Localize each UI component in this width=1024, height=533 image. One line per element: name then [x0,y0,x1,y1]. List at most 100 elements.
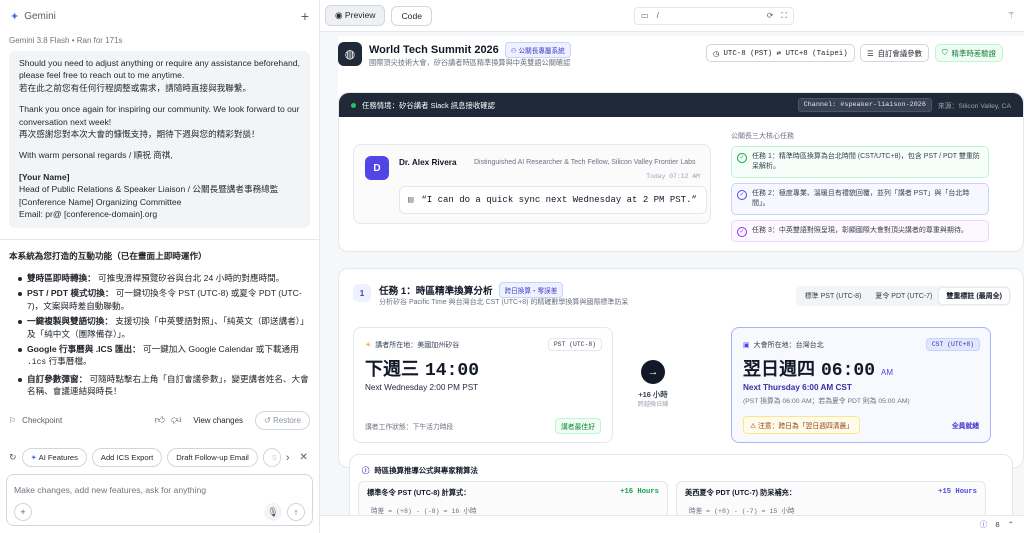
sender-name: Dr. Alex Rivera [399,158,457,167]
cross-day-warning: ⚠ 注意：跨日為「翌日週四清晨」 [743,416,861,434]
sliders-icon: ☰ [867,48,874,58]
view-changes-button[interactable]: View changes [187,412,249,429]
pst-formula-title: 標準冬令 PST (UTC-8) 計算式： [367,488,471,497]
suggestion-follow-up[interactable]: Draft Follow-up Email [167,448,258,467]
close-icon[interactable]: ✕ [300,452,308,463]
timezone-toggle-button[interactable]: ◷ UTC-8 (PST) ⇄ UTC+8 (Taipei) [706,44,855,62]
status-bar: ⓘ 8 ⌃ [320,515,1024,533]
task1-card: 1 任務 1：時區精準換算分析 跨日換算・零誤差 分析矽谷 Pacific Ti… [338,268,1024,468]
letter-line: Thank you once again for inspiring our c… [19,104,300,140]
seg-pst[interactable]: 標準 PST (UTC-8) [798,288,869,304]
thumbs-down-icon[interactable]: 👍︎ [171,414,181,426]
url-path: / [656,11,659,20]
taipei-status-row: ⚠ 注意：跨日為「翌日週四清晨」 全員就緒 [743,416,979,434]
taipei-zone-card: ▣ 大會所在地：台灣台北 CST (UTC+8) 翌日週四 06:00 AM Next… [731,327,991,443]
pst-formula-value: +16 Hours [620,488,659,496]
list-item: PST / PDT 模式切換： 可一鍵切換冬令 PST (UTC-8) 或夏令 … [18,287,310,312]
issue-count[interactable]: 8 [995,520,999,529]
magic-wand-icon[interactable]: ⚚ [1007,10,1015,21]
message-icon: ▤ [408,195,414,205]
chevron-right-icon[interactable]: › [286,452,290,464]
speaker-location: ☀ 講者所在地：美國加州矽谷 [365,342,460,349]
send-arrow-icon[interactable]: ↑ [287,503,305,521]
seg-pdt[interactable]: 夏令 PDT (UTC-7) [868,288,939,304]
tab-code[interactable]: Code [391,5,433,26]
pdt-formula-line: 時差 = (+8) - (-7) = 15 小時 [689,508,795,515]
ready-label: 全員就緒 [951,423,979,430]
tab-preview[interactable]: ◉ Preview [325,5,386,26]
sun-icon: ☀ [365,342,372,349]
info-icon[interactable]: ⓘ [980,519,988,530]
pdt-formula-title: 美西夏令 PDT (UTC-7) 防呆補充： [685,488,797,497]
context-bar: 任務情境：矽谷講者 Slack 訊息接收確認 Channel: #speaker… [339,93,1023,117]
microphone-icon[interactable]: 🎙︎ [264,503,282,521]
refresh-icon[interactable]: ↻ [9,452,17,463]
fullscreen-icon[interactable]: ⛶ [781,11,787,21]
new-chat-plus-icon[interactable]: + [301,8,309,24]
message-time: Today 07:12 AM [646,173,700,180]
taipei-location: ▣ 大會所在地：台灣台北 [743,342,824,349]
task-item: ✓ 任務 2：極度專業、溫暖且有禮貌回覆，並列「講者 PST」與「台北時間」。 [731,183,989,215]
status-badge: 講者最佳好 [555,418,601,434]
speaker-zone-card: ☀ 講者所在地：美國加州矽谷 PST (UTC-8) 下週三 14:00 Next … [353,327,613,443]
page-header: ◍ World Tech Summit 2026 ⚇ 公關長專屬系統 國際頂尖技… [338,36,1024,98]
features-title: 本系統為您打造的互動功能（已在畫面上即時運作） [9,251,207,262]
suggestion-truncated[interactable]: S [262,448,281,467]
preview-canvas: ◍ World Tech Summit 2026 ⚇ 公關長專屬系統 國際頂尖技… [320,32,1024,533]
taipei-time-note: (PST 換算為 06:00 AM；若為夏令 PDT 則為 05:00 AM) [743,398,910,405]
suggestion-ai-features[interactable]: ✦ AI Features [21,448,87,467]
device-icon[interactable]: ▭ [641,11,649,20]
speaker-status: 講者工作狀態：下午活力時段 [365,424,454,431]
suggestion-ics-export[interactable]: Add ICS Export [91,448,163,467]
cst-badge: CST (UTC+8) [925,338,980,351]
seg-dual[interactable]: 雙重標註 (最周全) [939,288,1009,304]
attach-plus-icon[interactable]: + [14,503,32,521]
restore-label: Restore [272,415,301,425]
custom-params-button[interactable]: ☰ 自訂會議參數 [860,44,929,62]
formula-title: ⓘ 時區換算推導公式與專家精算法 [362,466,478,475]
speaker-status-row: 講者工作狀態：下午活力時段 講者最佳好 [365,418,601,434]
context-card: 任務情境：矽谷講者 Slack 訊息接收確認 Channel: #speaker… [338,92,1024,252]
task-number: 1 [353,284,371,302]
features-section: 本系統為您打造的互動功能（已在畫面上即時運作） 雙時區即時轉換： 可推曳滑桿預覽… [0,250,319,400]
quote-box: ▤ “I can do a quick sync next Wednesday … [399,186,707,214]
letter-line: With warm personal regards / 順祝 商祺, [19,150,173,161]
check-circle-icon: ✓ [737,153,747,163]
title-text: World Tech Summit 2026 [369,44,499,56]
run-meta: Gemini 3.8 Flash • Ran for 171s [9,36,123,45]
verify-button[interactable]: ⛉ 精準時差驗證 [935,44,1003,62]
taipei-time-en: Next Thursday 6:00 AM CST [743,383,852,392]
list-item: 雙時區即時轉換： 可推曳滑桿預覽矽谷與台北 24 小時的對應時間。 [18,272,310,284]
chat-header: ✦ Gemini + [0,0,319,32]
prompt-input[interactable]: Make changes, add new features, ask for … [6,474,313,526]
pr-tag: ⚇ 公關長專屬系統 [504,42,571,58]
arrow-right-icon: → [641,360,665,384]
prompt-placeholder: Make changes, add new features, ask for … [14,485,207,495]
url-bar[interactable]: ▭ / ⟳ ⛶ [634,6,795,25]
live-dot-icon [351,102,356,108]
eye-icon: ◉ [335,10,343,20]
chevron-up-icon[interactable]: ⌃ [1008,520,1014,529]
checkpoint-row: ⚐ Checkpoint 👍︎ 👍︎ View changes ↺ Restor… [0,410,319,430]
task1-subtitle: 分析矽谷 Pacific Time 與台灣台北 CST (UTC+8) 的精確數… [379,299,629,306]
reload-icon[interactable]: ⟳ [767,11,774,20]
thumbs-up-icon[interactable]: 👍︎ [154,414,164,426]
restore-button[interactable]: ↺ Restore [255,410,310,430]
avatar: D [365,156,389,180]
task-item: ✓ 任務 1：精準時區換算為台北時間 (CST/UTC+8)，包含 PST / P… [731,146,989,178]
slack-message: D Dr. Alex Rivera Distinguished AI Resea… [353,144,711,224]
list-item: 自訂參數彈窗： 可隨時點擊右上角「自訂會議參數」，變更講者姓名、大會名稱、會議連… [18,373,310,398]
sparkle-icon: ✦ [30,453,37,462]
context-bar-title: 任務情境：矽谷講者 Slack 訊息接收確認 [362,100,496,110]
list-item: Google 行事曆與 .ICS 匯出： 可一鍵加入 Google Calend… [18,343,310,370]
features-list: 雙時區即時轉換： 可推曳滑桿預覽矽谷與台北 24 小時的對應時間。 PST / … [9,272,310,398]
run-info: Ran for 171s [76,36,123,45]
info-icon: ⓘ [362,466,370,475]
clock-icon: ◷ [713,48,720,58]
formula-card: ⓘ 時區換算推導公式與專家精算法 標準冬令 PST (UTC-8) 計算式： +1… [349,454,1013,524]
app-root: ✦ Gemini + Gemini 3.8 Flash • Ran for 17… [0,0,1024,533]
pst-formula-line: 時差 = (+8) - (-8) = 16 小時 [371,508,477,515]
preview-toolbar: ◉ Preview Code ▭ / ⟳ ⛶ ⚚ [320,0,1024,32]
preview-panel: ◉ Preview Code ▭ / ⟳ ⛶ ⚚ ◍ World Tech Su… [320,0,1024,533]
shield-check-icon: ⛉ [942,48,948,57]
